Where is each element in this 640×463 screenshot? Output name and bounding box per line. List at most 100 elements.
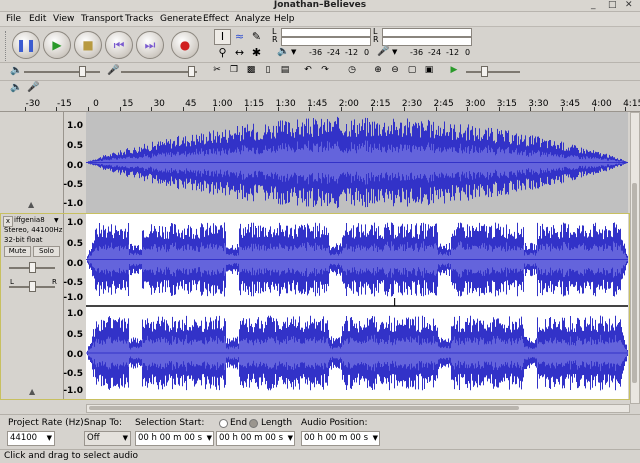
play-speed-slider[interactable] — [466, 71, 520, 73]
track1-waveform-svg — [86, 116, 628, 209]
trim-icon[interactable]: ▯ — [261, 64, 275, 76]
close-window-button[interactable]: ✕ — [625, 0, 633, 11]
pencil-icon: ✎ — [251, 30, 262, 43]
audio-position-value: 00 h 00 m 00 s — [304, 433, 369, 443]
timeline-tick-mark — [182, 107, 184, 111]
track2-name[interactable]: iffgenia8 — [14, 216, 45, 225]
cut-icon[interactable]: ✂ — [210, 64, 224, 76]
playback-volume-slider[interactable] — [24, 71, 100, 73]
record-meter-right-bar[interactable] — [382, 37, 472, 46]
collapse-icon[interactable]: ▲ — [29, 387, 35, 396]
selection-length-time[interactable]: 00 h 00 m 00 s ▼ — [216, 431, 295, 446]
selection-start-value: 00 h 00 m 00 s — [138, 433, 203, 443]
skip-to-start-button[interactable]: ⏮ — [105, 31, 133, 59]
zoom-in-icon[interactable]: ⊕ — [371, 64, 385, 76]
horizontal-scrollbar-thumb[interactable] — [89, 406, 519, 410]
playback-volume-thumb[interactable] — [79, 66, 86, 77]
project-rate-value: 44100 — [10, 433, 38, 443]
skip-to-end-button[interactable]: ⏭ — [136, 31, 164, 59]
zoom-tool-button[interactable]: ⚲ — [214, 45, 231, 61]
minimize-button[interactable]: _ — [591, 0, 596, 11]
menu-edit[interactable]: Edit — [26, 12, 49, 26]
audio-position-label: Audio Position: — [301, 418, 368, 428]
chevron-down-icon: ▼ — [287, 434, 293, 442]
toolbar-grip[interactable] — [5, 31, 9, 63]
track2-top-scale-neg0.5: -0.5 — [63, 278, 83, 288]
undo-icon[interactable]: ↶ — [301, 64, 315, 76]
record-meter-left-bar[interactable] — [382, 28, 472, 37]
track2-left-waveform-svg — [86, 222, 628, 297]
chevron-down-icon[interactable]: ▼ — [291, 48, 296, 56]
track2-menu-chevron-icon[interactable]: ▼ — [54, 216, 59, 225]
collapse-icon[interactable]: ▲ — [28, 200, 34, 209]
speaker-icon: 🔈 — [10, 65, 23, 76]
menu-transport[interactable]: Transport — [78, 12, 126, 26]
fit-selection-icon[interactable]: ▢ — [405, 64, 419, 76]
track1-scale-0.5: 0.5 — [67, 141, 83, 151]
paste-icon[interactable]: ▩ — [244, 64, 258, 76]
chevron-down-icon[interactable]: ▼ — [392, 48, 397, 56]
vertical-scrollbar[interactable] — [630, 112, 640, 404]
track2-mute-button[interactable]: Mute — [4, 246, 31, 257]
track2-bottom-scale-0.5: 0.5 — [67, 330, 83, 340]
multi-tool-button[interactable]: ✱ — [248, 45, 265, 61]
menu-effect[interactable]: Effect — [200, 12, 232, 26]
track1-waveform[interactable] — [86, 112, 628, 213]
track1-scale-0.0: 0.0 — [67, 161, 83, 171]
record-volume-slider[interactable] — [121, 71, 197, 73]
horizontal-scrollbar[interactable] — [86, 404, 630, 413]
length-radio[interactable] — [249, 419, 258, 428]
track2-pan-thumb[interactable] — [29, 281, 36, 292]
menu-analyze[interactable]: Analyze — [232, 12, 273, 26]
playback-meter-right-bar[interactable] — [281, 37, 371, 46]
track2-solo-button[interactable]: Solo — [33, 246, 60, 257]
timeshift-tool-button[interactable]: ↔ — [231, 45, 248, 61]
ibeam-cursor-icon: I — [393, 296, 397, 309]
snap-to-select[interactable]: Off ▼ — [84, 431, 131, 446]
record-volume-thumb[interactable] — [188, 66, 195, 77]
stop-button[interactable]: ■ — [74, 31, 102, 59]
play-speed-thumb[interactable] — [481, 66, 488, 77]
fit-project-icon[interactable]: ▣ — [422, 64, 436, 76]
vertical-scrollbar-thumb[interactable] — [632, 183, 637, 383]
track2-right-channel-waveform[interactable] — [86, 307, 628, 399]
menu-help[interactable]: Help — [271, 12, 298, 26]
draw-tool-button[interactable]: ✎ — [248, 29, 265, 45]
menu-bar: File Edit View Transport Tracks Generate… — [0, 12, 640, 27]
track2-gain-thumb[interactable] — [29, 262, 36, 273]
selection-start-time[interactable]: 00 h 00 m 00 s ▼ — [135, 431, 214, 446]
zoom-out-icon[interactable]: ⊖ — [388, 64, 402, 76]
record-icon: ● — [179, 38, 191, 52]
stop-icon: ■ — [82, 38, 94, 52]
track2-bottom-scale-1.0: 1.0 — [67, 309, 83, 319]
track1-scale-neg0.5: -0.5 — [63, 180, 83, 190]
track2-left-channel-waveform[interactable] — [86, 214, 628, 305]
maximize-button[interactable]: □ — [608, 0, 617, 11]
timeline-tick-mark — [214, 107, 216, 111]
play-at-speed-icon[interactable]: ▶ — [447, 64, 461, 76]
track1-control-panel: ▲ — [0, 112, 64, 213]
playback-meter-left-bar[interactable] — [281, 28, 371, 37]
redo-icon[interactable]: ↷ — [318, 64, 332, 76]
record-button[interactable]: ● — [171, 31, 199, 59]
selection-tool-button[interactable]: I — [214, 29, 231, 45]
timeline-tick-label: -15 — [57, 99, 72, 109]
menu-file[interactable]: File — [3, 12, 24, 26]
silence-icon[interactable]: ▤ — [278, 64, 292, 76]
menu-view[interactable]: View — [50, 12, 77, 26]
timeline-ruler[interactable]: -30 -15 0 15 30 45 1:00 1:15 1:30 1:45 2:00 2:15 2:3… — [0, 97, 640, 112]
project-rate-combobox[interactable]: 44100 ▼ — [7, 431, 55, 446]
track2-control-panel: x iffgenia8 ▼ Stereo, 44100Hz 32-bit flo… — [1, 214, 64, 399]
end-radio[interactable] — [219, 419, 228, 428]
play-button[interactable]: ▶ — [43, 31, 71, 59]
envelope-tool-button[interactable]: ≈ — [231, 29, 248, 45]
copy-icon[interactable]: ❐ — [227, 64, 241, 76]
timeline-tick-mark — [372, 107, 374, 111]
menu-tracks[interactable]: Tracks — [122, 12, 156, 26]
timeline-tick-mark — [246, 107, 247, 111]
sync-lock-icon[interactable]: ◷ — [345, 64, 359, 76]
audio-position-time[interactable]: 00 h 00 m 00 s ▼ — [301, 431, 380, 446]
menu-generate[interactable]: Generate — [157, 12, 205, 26]
pause-button[interactable]: ❚❚ — [12, 31, 40, 59]
end-radio-label: End — [230, 418, 248, 428]
